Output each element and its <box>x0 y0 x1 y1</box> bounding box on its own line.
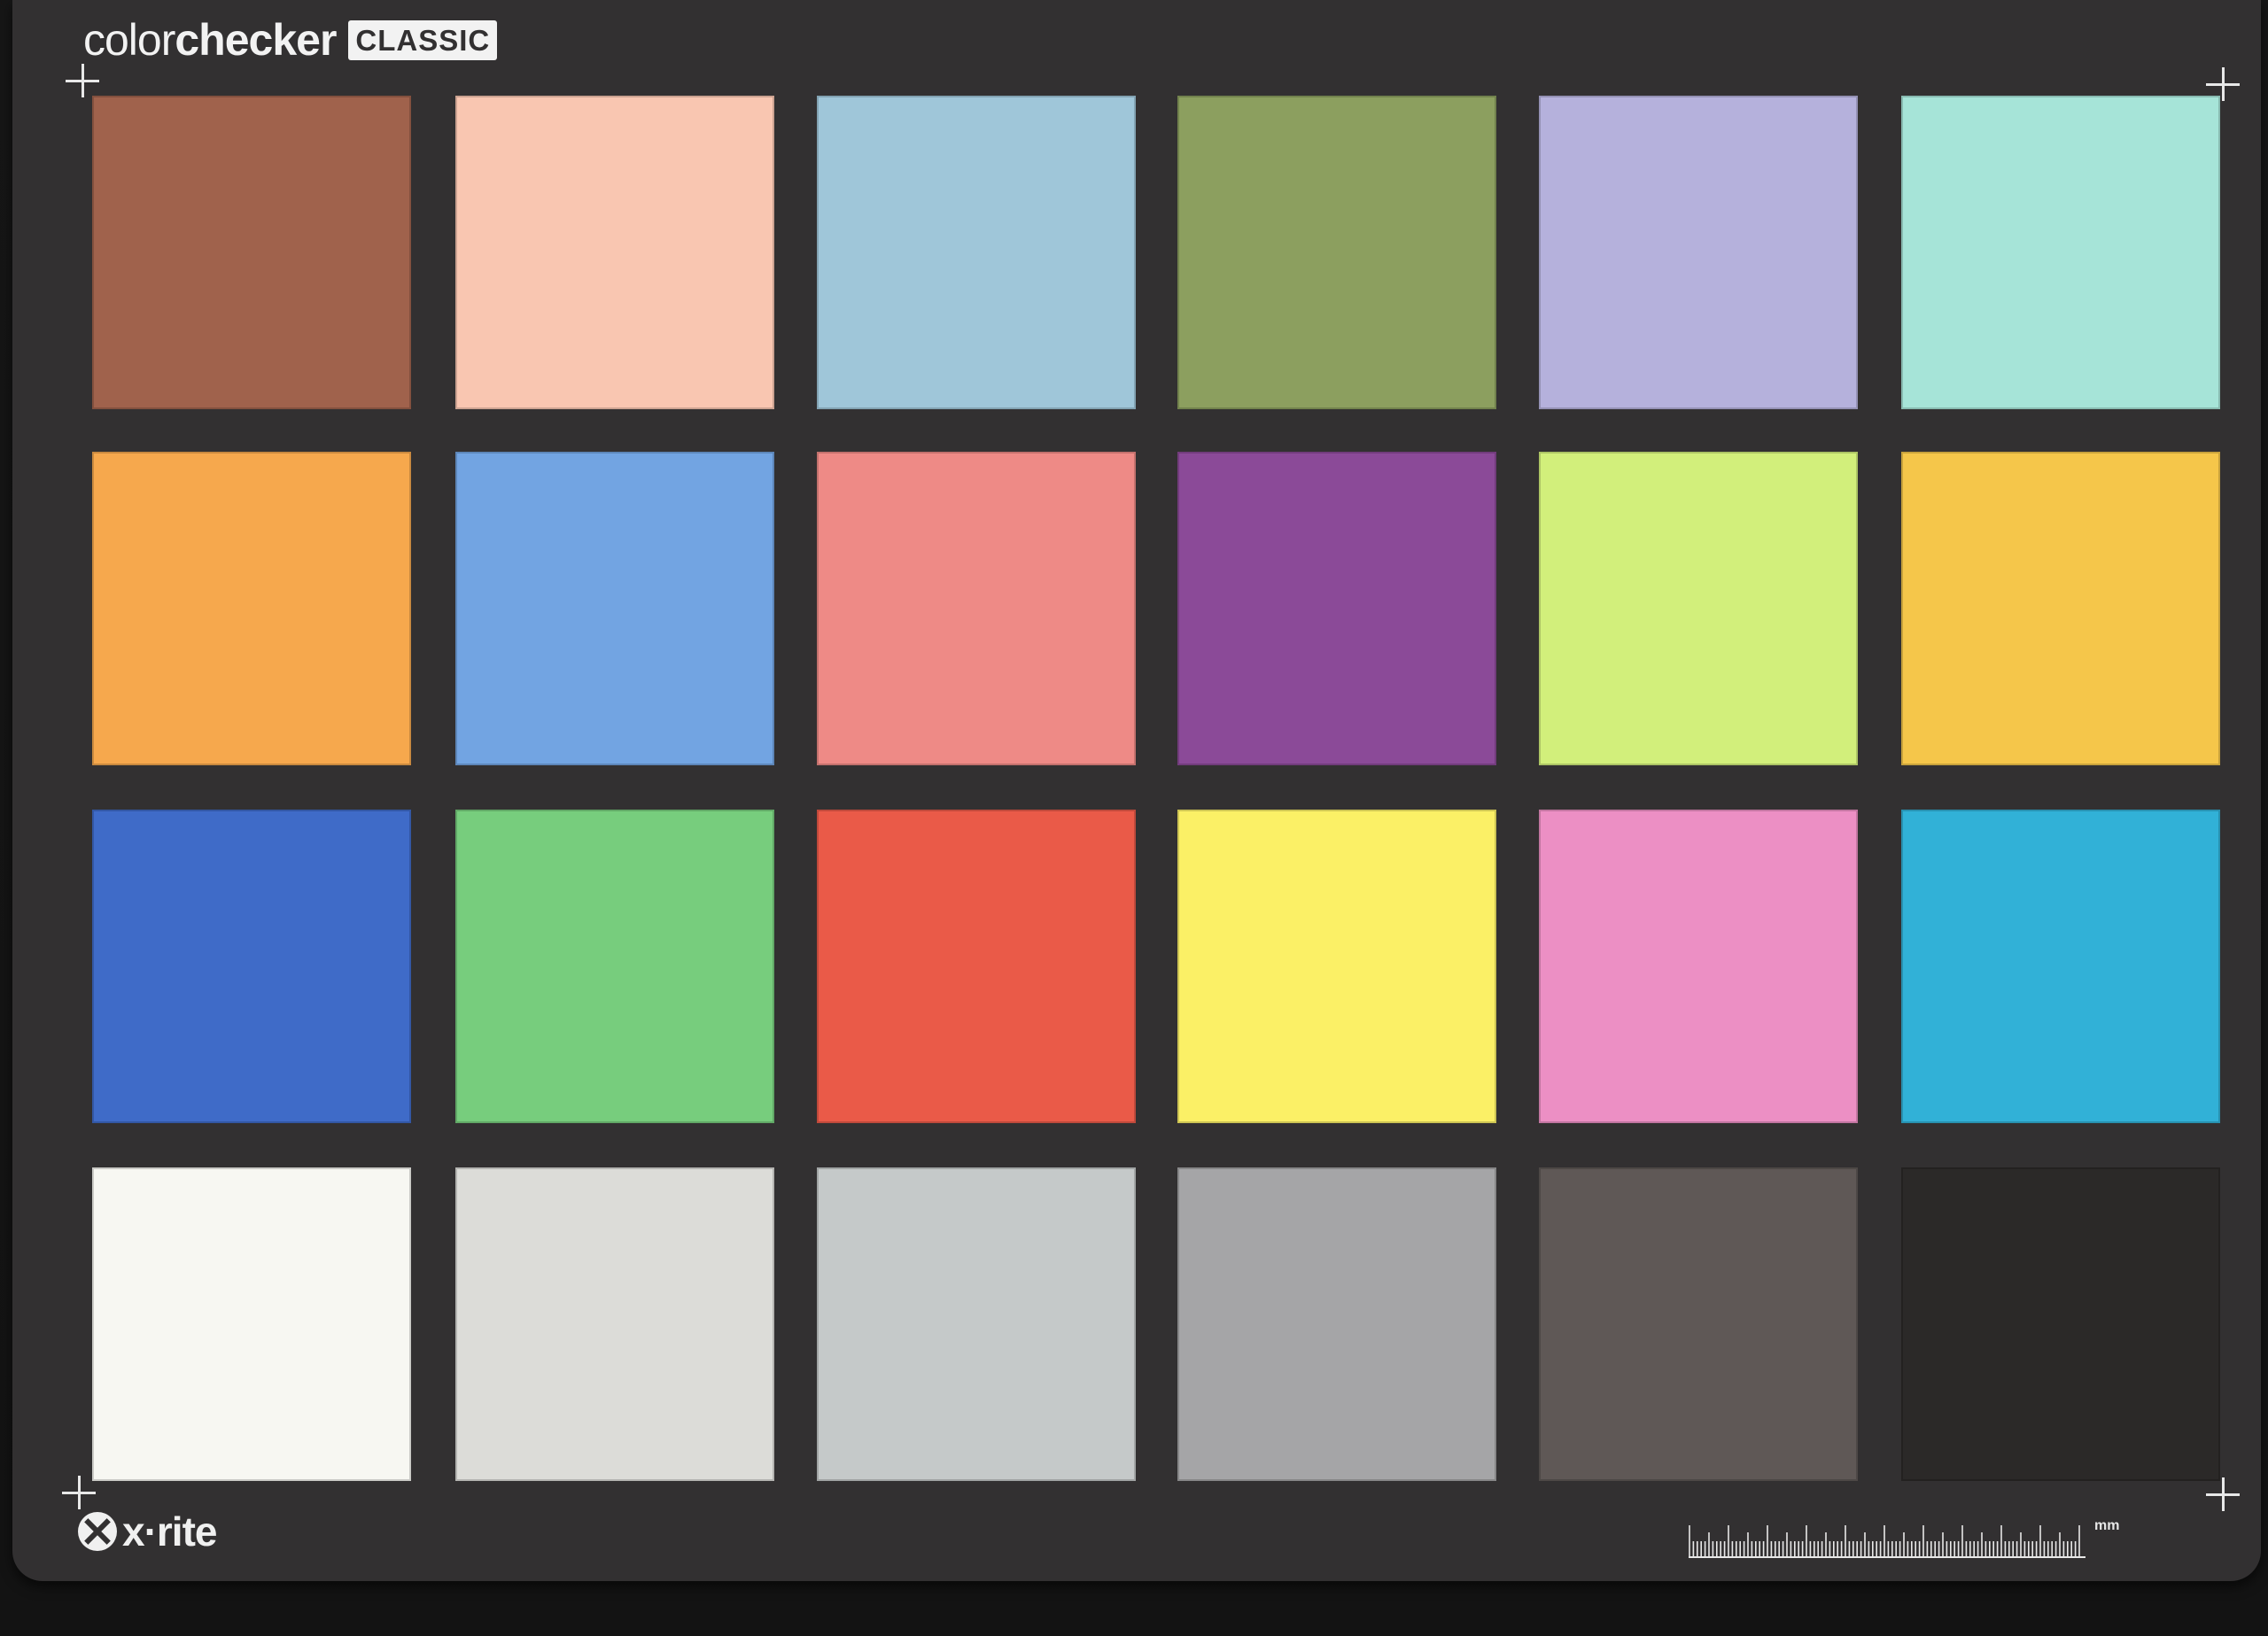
photo-scene: color checker CLASSIC x·rite mm <box>0 0 2268 1636</box>
crosshair-icon <box>66 64 99 97</box>
brand-title: color checker CLASSIC <box>83 11 498 69</box>
color-patch-r3-c3 <box>817 810 1136 1123</box>
color-patch-r2-c3 <box>817 452 1136 765</box>
color-patch-r4-c6 <box>1901 1167 2220 1481</box>
ruler-unit-label: mm <box>2094 1518 2120 1533</box>
ruler-icon <box>1689 1525 2085 1558</box>
color-patch-r2-c6 <box>1901 452 2220 765</box>
color-patch-r4-c3 <box>817 1167 1136 1481</box>
color-patch-r2-c1 <box>92 452 411 765</box>
color-patch-r4-c4 <box>1177 1167 1496 1481</box>
xrite-logo: x·rite <box>78 1508 217 1555</box>
color-patch-r1-c5 <box>1539 96 1858 409</box>
color-patch-r4-c5 <box>1539 1167 1858 1481</box>
color-patch-r2-c5 <box>1539 452 1858 765</box>
color-patch-r3-c1 <box>92 810 411 1123</box>
color-patch-r4-c1 <box>92 1167 411 1481</box>
color-patch-r1-c1 <box>92 96 411 409</box>
color-patch-r1-c3 <box>817 96 1136 409</box>
brand-title-bold: checker <box>175 15 337 65</box>
color-patch-r3-c4 <box>1177 810 1496 1123</box>
colorchecker-card: color checker CLASSIC x·rite mm <box>12 0 2261 1581</box>
xrite-logo-text: x·rite <box>122 1508 217 1555</box>
color-patch-r3-c6 <box>1901 810 2220 1123</box>
color-patch-r2-c4 <box>1177 452 1496 765</box>
color-patch-r3-c2 <box>455 810 774 1123</box>
color-patch-r3-c5 <box>1539 810 1858 1123</box>
color-patch-r1-c2 <box>455 96 774 409</box>
color-patch-r1-c4 <box>1177 96 1496 409</box>
xrite-logo-icon <box>78 1512 117 1551</box>
color-patch-r1-c6 <box>1901 96 2220 409</box>
color-patch-r2-c2 <box>455 452 774 765</box>
crosshair-icon <box>62 1476 96 1509</box>
color-patch-r4-c2 <box>455 1167 774 1481</box>
brand-badge: CLASSIC <box>348 19 498 60</box>
color-patch-grid <box>92 96 2225 1483</box>
brand-title-light: color <box>83 15 175 65</box>
